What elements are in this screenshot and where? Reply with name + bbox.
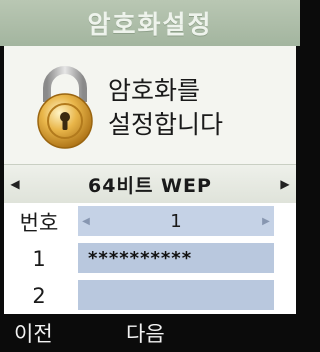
arrow-left-icon[interactable]: ◀ [4,165,26,203]
key-2-input[interactable] [78,280,274,310]
previous-softkey[interactable]: 이전 [14,314,53,352]
softkey-bar: 이전 다음 [0,314,300,352]
hero-section: 암호화를 설정합니다 [4,46,296,164]
spinner-left-icon[interactable]: ◀ [78,206,94,236]
padlock-icon [37,66,93,149]
key-table: 번호 ◀ 1 ▶ 1 ********** 2 [4,203,296,314]
arrow-right-icon[interactable]: ▶ [274,165,296,203]
key-row-label: 2 [32,283,46,308]
key-index-row: 번호 ◀ 1 ▶ [4,203,296,240]
message-line-1: 암호화를 [108,76,201,105]
key-row-1: 1 ********** [4,240,296,277]
next-softkey[interactable]: 다음 [126,314,165,352]
hero-message: 암호화를 설정합니다 [108,74,290,142]
message-line-2: 설정합니다 [108,110,224,139]
title-bar: 암호화설정 [0,0,300,46]
key-index-spinner[interactable]: ◀ 1 ▶ [78,206,274,236]
key-index-value: 1 [170,210,182,232]
spinner-right-icon[interactable]: ▶ [258,206,274,236]
key-1-input[interactable]: ********** [78,243,274,273]
content-area: 암호화를 설정합니다 ◀ 64비트 WEP ▶ 번호 ◀ 1 ▶ 1 *****… [4,46,296,314]
key-index-label: 번호 [19,210,59,235]
key-row-label: 1 [32,246,46,271]
key-row-2: 2 [4,277,296,314]
security-type-value: 64비트 WEP [88,174,212,197]
security-type-selector[interactable]: ◀ 64비트 WEP ▶ [4,164,296,204]
screen-title: 암호화설정 [87,10,213,39]
key-1-value: ********** [88,247,193,269]
